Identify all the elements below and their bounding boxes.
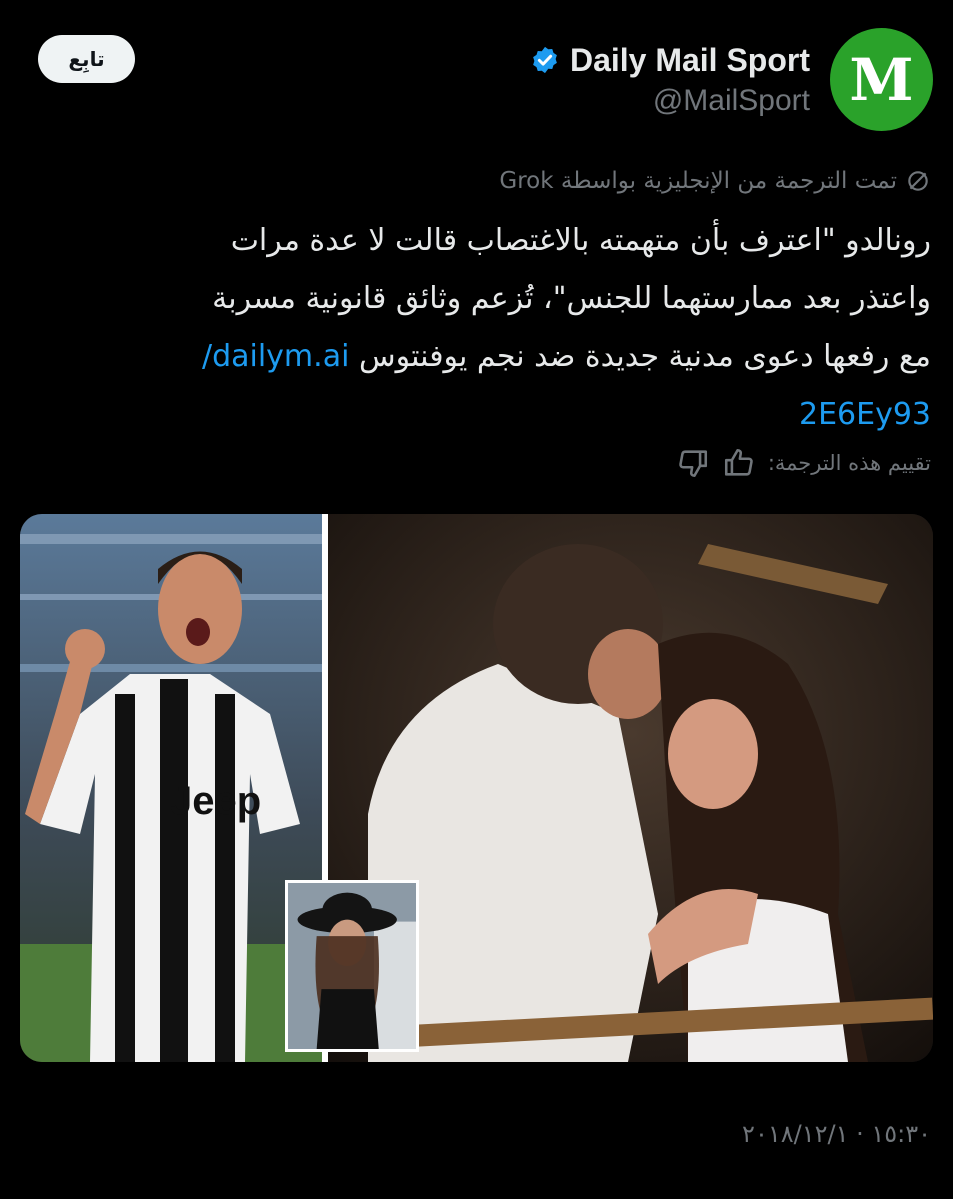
tweet-link-part-1[interactable]: dailym.ai/ [202,339,349,374]
rate-translation-label: تقييم هذه الترجمة: [767,451,931,475]
user-handle[interactable]: @MailSport [653,84,810,118]
thumbs-up-icon[interactable] [722,446,756,480]
tweet-media[interactable]: Jeep [20,514,933,1062]
rate-translation-row: تقييم هذه الترجمة: [676,443,931,483]
tweet-link-part-2[interactable]: 2E6Ey93 [22,386,931,444]
display-name[interactable]: Daily Mail Sport [570,42,810,79]
tweet-text: رونالدو "اعترف بأن متهمته بالاغتصاب قالت… [22,212,931,444]
tweet-line-3: مع رفعها دعوى مدنية جديدة ضد نجم يوفنتوس… [22,328,931,386]
translation-notice-text: تمت الترجمة من الإنجليزية بواسطة Grok [499,168,897,194]
follow-button[interactable]: تابِع [38,35,135,83]
avatar[interactable]: M [830,28,933,131]
thumbs-down-icon[interactable] [676,446,710,480]
avatar-logo: M [849,45,914,114]
author-name-row[interactable]: Daily Mail Sport [530,38,810,82]
verified-badge-icon [533,46,557,74]
woman-hat-inset-photo [285,880,419,1052]
translation-notice: تمت الترجمة من الإنجليزية بواسطة Grok [499,163,931,199]
tweet-timestamp[interactable]: ١٥:٣٠ · ٢٠١٨/١٢/١ [742,1120,931,1148]
tweet-line-1: رونالدو "اعترف بأن متهمته بالاغتصاب قالت… [230,223,931,258]
tweet-line-2: واعتذر بعد ممارستهما للجنس"، تُزعم وثائق… [212,281,931,316]
football-player-photo: Jeep [20,514,322,1062]
jersey-sponsor-text: Jeep [170,779,261,823]
translate-icon [908,171,928,191]
tweet-line-3-text: مع رفعها دعوى مدنية جديدة ضد نجم يوفنتوس [358,339,931,374]
